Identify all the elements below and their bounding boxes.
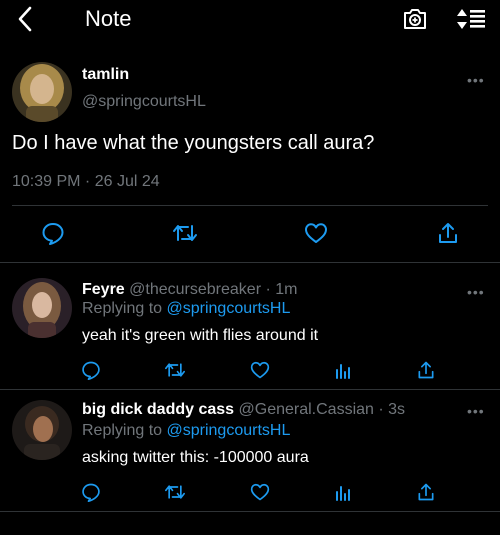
like-icon	[250, 483, 270, 501]
like-icon	[305, 223, 327, 243]
divider	[0, 262, 500, 263]
reply-author-name[interactable]: big dick daddy cass	[82, 401, 234, 418]
retweet-icon	[173, 225, 197, 241]
analytics-icon	[336, 364, 350, 379]
reply-author-handle[interactable]: @General.Cassian	[239, 401, 374, 418]
retweet-button[interactable]	[172, 220, 198, 246]
page-title: Note	[85, 6, 132, 31]
share-button[interactable]	[414, 480, 438, 504]
back-icon	[18, 6, 32, 32]
divider	[0, 511, 500, 512]
sort-icon	[457, 9, 485, 29]
more-icon[interactable]: •••	[467, 403, 485, 419]
retweet-icon	[164, 363, 185, 377]
back-button[interactable]	[12, 6, 38, 32]
add-photo-icon	[404, 9, 426, 29]
like-button[interactable]	[303, 220, 329, 246]
reply-icon	[82, 361, 100, 380]
divider	[0, 389, 500, 390]
more-icon[interactable]: •••	[467, 284, 485, 300]
avatar[interactable]	[12, 278, 72, 338]
share-icon	[439, 223, 457, 243]
author-name[interactable]: tamlin	[82, 66, 129, 84]
reply-icon	[42, 223, 64, 245]
avatar[interactable]	[12, 400, 72, 460]
reply-button[interactable]	[40, 220, 66, 246]
avatar[interactable]	[12, 62, 72, 122]
replying-to-link[interactable]: @springcourtsHL	[167, 300, 291, 317]
share-icon	[418, 483, 434, 501]
share-button[interactable]	[435, 220, 461, 246]
post-text: Do I have what the youngsters call aura?	[12, 132, 375, 154]
retweet-button[interactable]	[163, 358, 187, 382]
reply-button[interactable]	[79, 480, 103, 504]
add-photo-button[interactable]	[402, 6, 428, 32]
replying-to-label: Replying to	[82, 300, 167, 317]
author-handle[interactable]: @springcourtsHL	[82, 93, 206, 111]
more-icon[interactable]: •••	[467, 72, 485, 88]
analytics-button[interactable]	[331, 480, 355, 504]
reply-icon	[82, 483, 100, 502]
like-button[interactable]	[248, 480, 272, 504]
reply-time: · 1m	[261, 281, 298, 298]
post-timestamp: 10:39 PM · 26 Jul 24	[12, 173, 160, 190]
like-button[interactable]	[248, 358, 272, 382]
retweet-icon	[164, 485, 185, 499]
replying-to-label: Replying to	[82, 422, 167, 439]
reply-author-name[interactable]: Feyre	[82, 281, 125, 298]
reply-author-handle[interactable]: @thecursebreaker	[129, 281, 261, 298]
retweet-button[interactable]	[163, 480, 187, 504]
analytics-icon	[336, 486, 350, 501]
reply-text: yeah it's green with flies around it	[82, 327, 319, 344]
reply-text: asking twitter this: -100000 aura	[82, 449, 309, 466]
replying-to-link[interactable]: @springcourtsHL	[167, 422, 291, 439]
analytics-button[interactable]	[331, 358, 355, 382]
reply-button[interactable]	[79, 358, 103, 382]
like-icon	[250, 361, 270, 379]
divider	[12, 205, 488, 206]
reply-time: · 3s	[373, 401, 406, 418]
sort-button[interactable]	[456, 6, 486, 32]
share-icon	[418, 361, 434, 379]
share-button[interactable]	[414, 358, 438, 382]
